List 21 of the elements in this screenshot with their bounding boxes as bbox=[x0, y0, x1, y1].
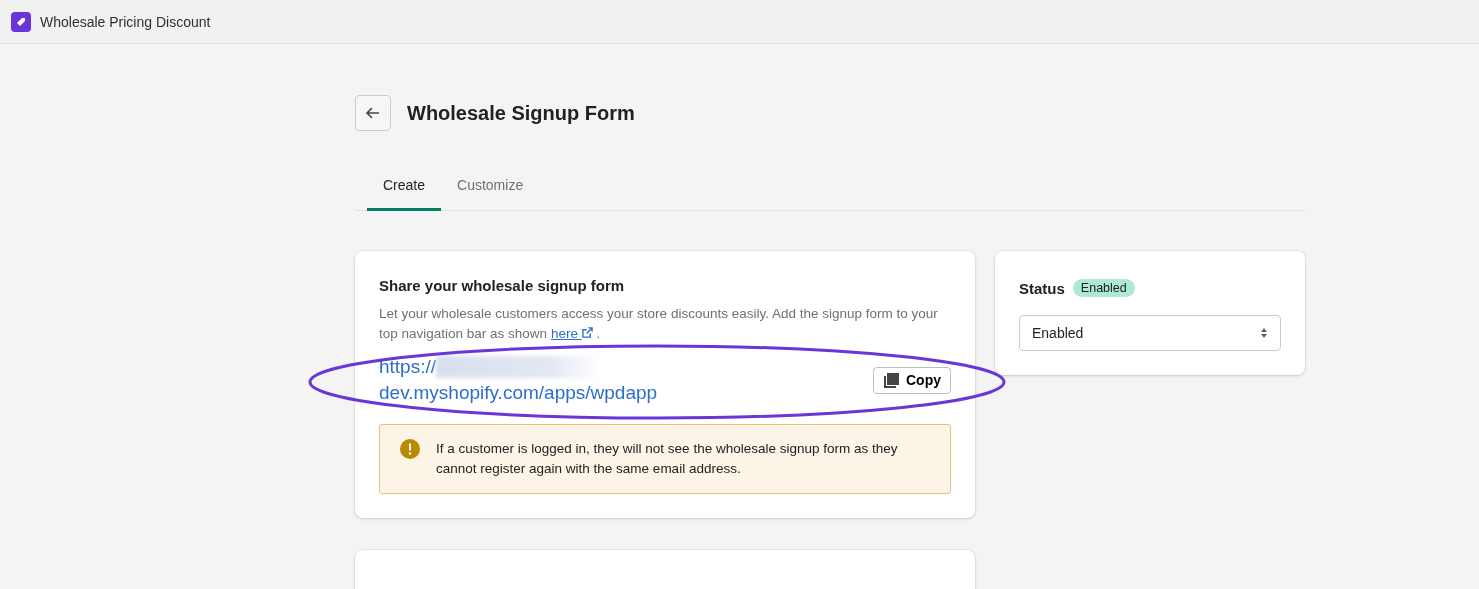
status-select[interactable]: Enabled bbox=[1019, 315, 1281, 351]
copy-button[interactable]: Copy bbox=[873, 366, 951, 394]
tab[interactable]: Customize bbox=[441, 165, 540, 211]
warning-icon bbox=[400, 439, 420, 459]
back-arrow-icon bbox=[365, 105, 381, 121]
app-title: Wholesale Pricing Discount bbox=[40, 13, 211, 30]
signup-url-link[interactable]: https:// bbox=[379, 354, 437, 380]
status-badge: Enabled bbox=[1072, 279, 1135, 297]
signup-url-link[interactable]: dev.myshopify.com/apps/wpdapp bbox=[379, 380, 658, 406]
back-button[interactable] bbox=[355, 95, 391, 131]
external-link-icon bbox=[581, 327, 593, 338]
card-heading: Share your wholesale signup form bbox=[379, 277, 626, 294]
app-logo-icon bbox=[11, 11, 31, 32]
card-description: Let your wholesale customers access your store discounts easily. Add the signup form to your top navigation bar as shown here . bbox=[379, 305, 939, 343]
select-arrows-icon bbox=[1260, 327, 1268, 339]
page-title: Wholesale Signup Form bbox=[407, 101, 635, 125]
here-link[interactable]: here bbox=[550, 326, 593, 341]
copy-icon bbox=[883, 371, 900, 389]
warning-text: If a customer is logged in, they will not see the wholesale signup form as they cannot register again with the same email address. bbox=[436, 440, 899, 478]
status-heading: Status bbox=[1019, 279, 1065, 297]
tab[interactable]: Create bbox=[367, 165, 442, 211]
